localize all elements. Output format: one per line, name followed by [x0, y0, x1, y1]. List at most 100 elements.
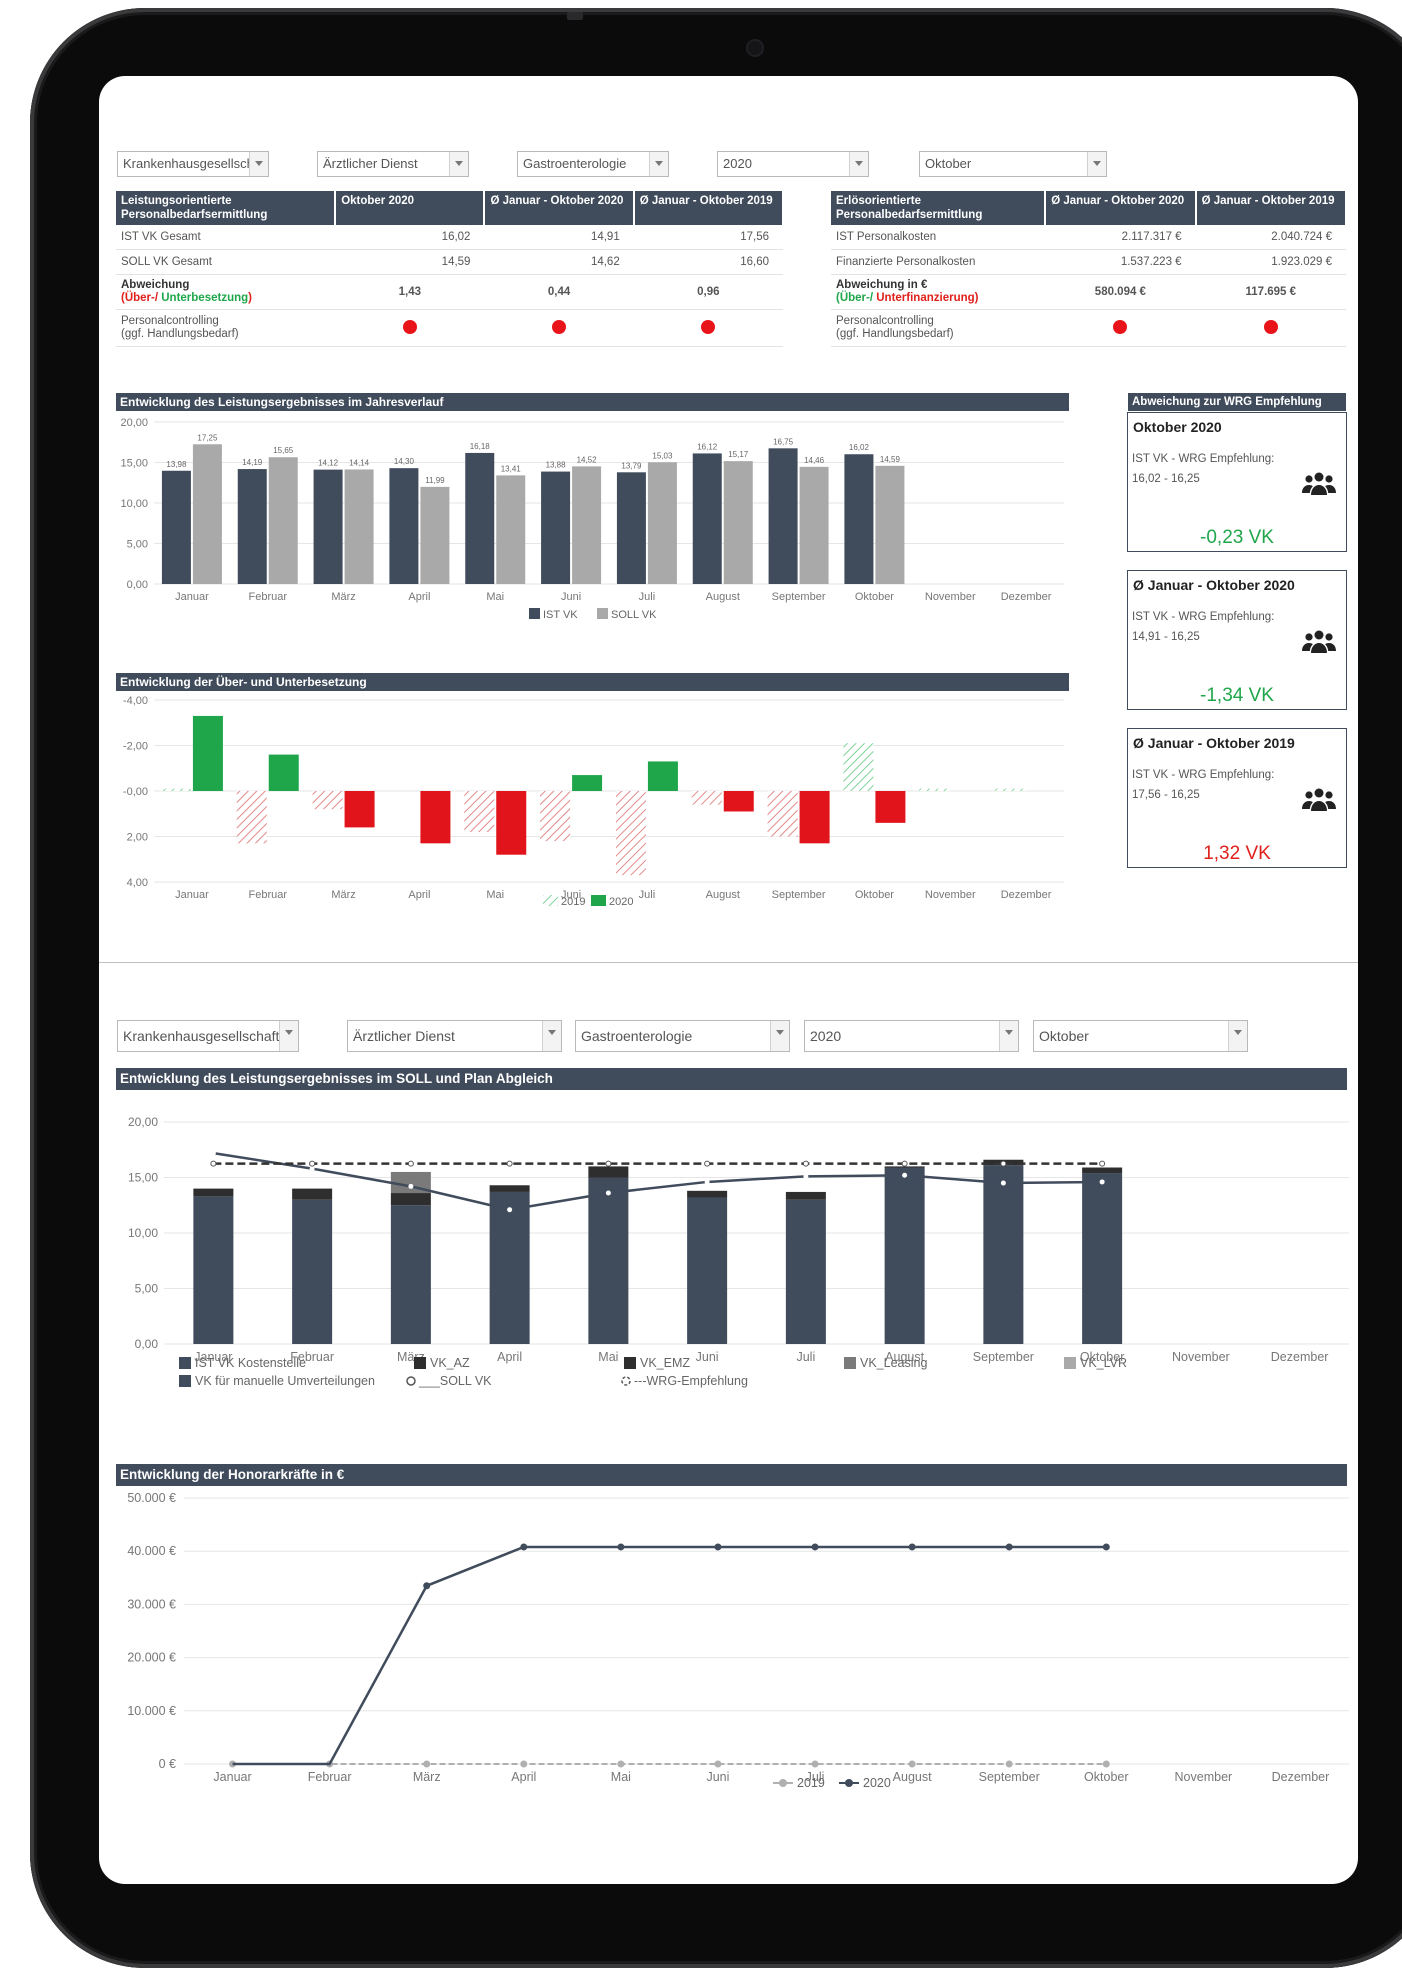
filter-service-2[interactable]: Ärztlicher Dienst — [347, 1020, 562, 1052]
bar-segment-ist-vk-kostenstelle — [1082, 1173, 1123, 1344]
point-wrg — [704, 1160, 711, 1167]
chevron-down-icon — [1087, 152, 1106, 176]
bar-segment-ist-vk-kostenstelle — [785, 1199, 826, 1344]
data-label: 13,79 — [621, 461, 642, 470]
cell: 0,44 — [484, 274, 634, 310]
filter-department[interactable]: Gastroenterologie — [517, 151, 669, 177]
chevron-down-icon — [449, 152, 468, 176]
cell: 14,62 — [484, 249, 634, 275]
row-label: Abweichung in € (Über-/ Unterfinanzierung… — [831, 274, 1046, 310]
y-tick-label: 15,00 — [128, 1171, 158, 1185]
legend-label: VK_AZ — [430, 1356, 470, 1370]
bar-segment-ist-vk-kostenstelle — [193, 1196, 234, 1344]
x-tick-label: März — [413, 1770, 441, 1784]
point-2020 — [1005, 1543, 1013, 1551]
x-tick-label: Oktober — [855, 591, 894, 603]
y-tick-label: -0,00 — [123, 786, 148, 798]
abw-sub-a: (Über-/ — [836, 292, 877, 304]
cell: 117.695 € — [1195, 274, 1346, 310]
data-label: 14,59 — [880, 455, 901, 464]
legend-swatch — [1064, 1357, 1076, 1369]
filter-month[interactable]: Oktober — [919, 151, 1107, 177]
bar-segment-ist-vk-kostenstelle — [292, 1199, 333, 1344]
kpi-table-performance: Leistungsorientierte Personalbedarfsermi… — [116, 191, 785, 347]
filter-month-2[interactable]: Oktober — [1033, 1020, 1248, 1052]
cell — [633, 309, 783, 347]
table-header: Ø Januar - Oktober 2020 — [1045, 191, 1197, 225]
table-row: Abweichung (Über-/ Unterbesetzung) 1,43 0… — [116, 274, 783, 310]
point-soll-vk — [210, 1150, 216, 1156]
point-wrg — [506, 1160, 513, 1167]
table-row: Finanzierte Personalkosten 1.537.223 € 1… — [831, 249, 1346, 275]
bar-segment-ist-vk-kostenstelle — [489, 1191, 530, 1344]
point-soll-vk — [1099, 1179, 1105, 1185]
bar-soll-vk — [192, 444, 222, 584]
point-2020 — [423, 1582, 431, 1590]
filter-department-2[interactable]: Gastroenterologie — [575, 1020, 790, 1052]
filter-year-2[interactable]: 2020 — [804, 1020, 1019, 1052]
card-label: IST VK - WRG Empfehlung: — [1132, 453, 1275, 465]
bar-ist-vk — [541, 471, 571, 584]
cell: 1.537.223 € — [1045, 249, 1196, 275]
filter-company[interactable]: Krankenhausgesellschaft — [117, 151, 269, 177]
card-label: IST VK - WRG Empfehlung: — [1132, 769, 1275, 781]
row-label: Finanzierte Personalkosten — [831, 249, 1046, 275]
table-row: IST Personalkosten 2.117.317 € 2.040.724… — [831, 225, 1346, 250]
point-soll-vk — [803, 1173, 809, 1179]
bar-soll-vk — [875, 465, 905, 584]
section-title-wrg: Abweichung zur WRG Empfehlung — [1128, 393, 1346, 411]
y-tick-label: -4,00 — [123, 695, 148, 707]
status-dot-icon — [701, 319, 716, 334]
x-tick-label: Januar — [175, 591, 209, 603]
wrg-card-oct2020: Oktober 2020 IST VK - WRG Empfehlung: 16… — [1127, 412, 1347, 552]
y-tick-label: 20.000 € — [127, 1651, 176, 1665]
data-label: 14,46 — [804, 456, 825, 465]
bar-2019 — [540, 791, 571, 842]
bar-2020 — [572, 775, 603, 791]
bar-ist-vk — [237, 469, 267, 584]
cell — [1195, 309, 1346, 347]
x-tick-label: Juni — [696, 1350, 719, 1364]
x-tick-label: Oktober — [1084, 1770, 1128, 1784]
x-tick-label: Juli — [639, 889, 656, 901]
legend-label: VK_EMZ — [640, 1356, 690, 1370]
point-wrg — [802, 1160, 809, 1167]
legend-swatch — [844, 1357, 856, 1369]
cell: 16,02 — [335, 225, 485, 250]
x-tick-label: April — [408, 591, 430, 603]
x-tick-label: Februar — [248, 591, 287, 603]
legend-swatch — [179, 1375, 191, 1387]
x-tick-label: Januar — [175, 889, 209, 901]
y-tick-label: 30.000 € — [127, 1597, 176, 1611]
bar-2019 — [464, 791, 495, 832]
bar-2019 — [312, 791, 343, 810]
filter-year[interactable]: 2020 — [717, 151, 869, 177]
x-tick-label: Mai — [611, 1770, 631, 1784]
point-2020 — [1102, 1543, 1110, 1551]
bar-soll-vk — [723, 461, 753, 584]
y-tick-label: 0 € — [159, 1757, 176, 1771]
y-tick-label: 4,00 — [127, 877, 148, 889]
legend-label-2020: 2020 — [863, 1776, 891, 1790]
data-label: 14,19 — [242, 458, 263, 467]
cell: 0,96 — [633, 274, 783, 310]
bar-2020 — [723, 791, 754, 812]
x-tick-label: Dezember — [1001, 889, 1052, 901]
legend-marker-soll — [406, 1376, 416, 1386]
x-tick-label: März — [331, 889, 355, 901]
filter-company-value: Krankenhausgesellschaft — [123, 1028, 280, 1044]
bar-segment-vk-az — [588, 1166, 629, 1178]
x-tick-label: September — [973, 1350, 1034, 1364]
filter-company-2[interactable]: Krankenhausgesellschaft — [117, 1020, 299, 1052]
chart-honorar: 0 € 10.000 € 20.000 € 30.000 € 40.000 € 50.00… — [127, 1491, 1349, 1790]
legend-label: VK_LVR — [1080, 1356, 1127, 1370]
legend-swatch — [179, 1357, 191, 1369]
row-label: IST Personalkosten — [831, 225, 1046, 250]
bar-soll-vk — [572, 466, 602, 584]
ctrl-label: Personalcontrolling — [121, 315, 219, 327]
bar-ist-vk — [389, 468, 419, 584]
bar-2020 — [420, 791, 451, 844]
filter-service[interactable]: Ärztlicher Dienst — [317, 151, 469, 177]
point-wrg — [309, 1160, 316, 1167]
point-2020 — [714, 1543, 722, 1551]
